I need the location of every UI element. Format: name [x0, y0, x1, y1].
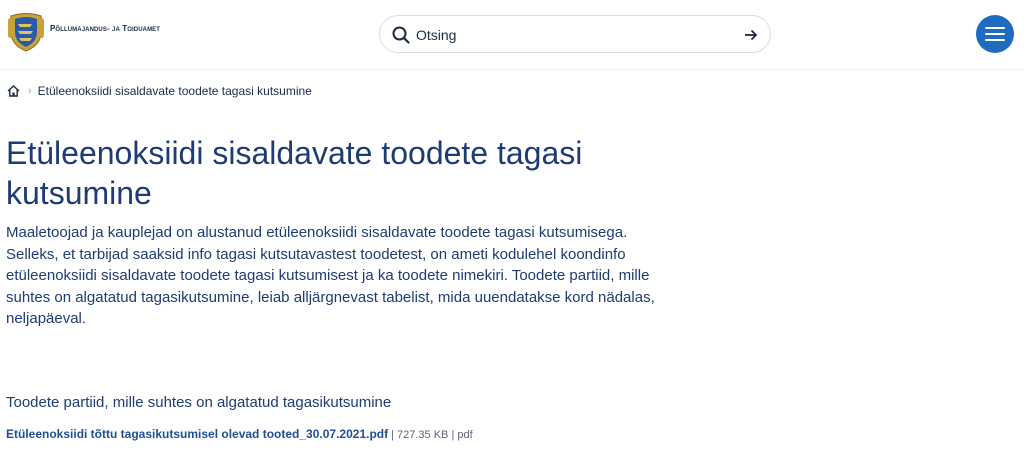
file-meta: | 727.35 KB | pdf	[391, 429, 473, 441]
hamburger-menu-icon	[985, 27, 1005, 41]
coat-of-arms-logo	[8, 13, 44, 52]
home-icon	[7, 85, 20, 97]
breadcrumb: › Etüleenoksiidi sisaldavate toodete tag…	[7, 83, 312, 99]
intro-paragraph: Maaletoojad ja kauplejad on alustanud et…	[6, 224, 655, 328]
chevron-right-icon: ›	[28, 85, 32, 97]
logo-text: Põllumajandus- ja Toiduamet	[50, 24, 161, 33]
section-subheading: Toodete partiid, mille suhtes on algatat…	[6, 394, 392, 411]
search-bar[interactable]	[379, 15, 771, 53]
page-title: Etüleenoksiidi sisaldavate toodete tagas…	[6, 135, 583, 211]
arrow-right-icon	[745, 29, 758, 41]
file-attachment: Etüleenoksiidi tõttu tagasikutsumisel ol…	[6, 427, 473, 441]
site-header: Põllumajandus- ja Toiduamet	[0, 0, 1024, 70]
file-download-link[interactable]: Etüleenoksiidi tõttu tagasikutsumisel ol…	[6, 427, 388, 441]
site-logo[interactable]: Põllumajandus- ja Toiduamet	[8, 12, 160, 52]
menu-button[interactable]	[976, 15, 1014, 53]
search-icon	[392, 26, 410, 49]
search-input[interactable]	[416, 24, 736, 46]
breadcrumb-current: Etüleenoksiidi sisaldavate toodete tagas…	[37, 84, 312, 98]
search-submit-button[interactable]	[742, 26, 760, 44]
breadcrumb-home-link[interactable]	[7, 85, 20, 97]
